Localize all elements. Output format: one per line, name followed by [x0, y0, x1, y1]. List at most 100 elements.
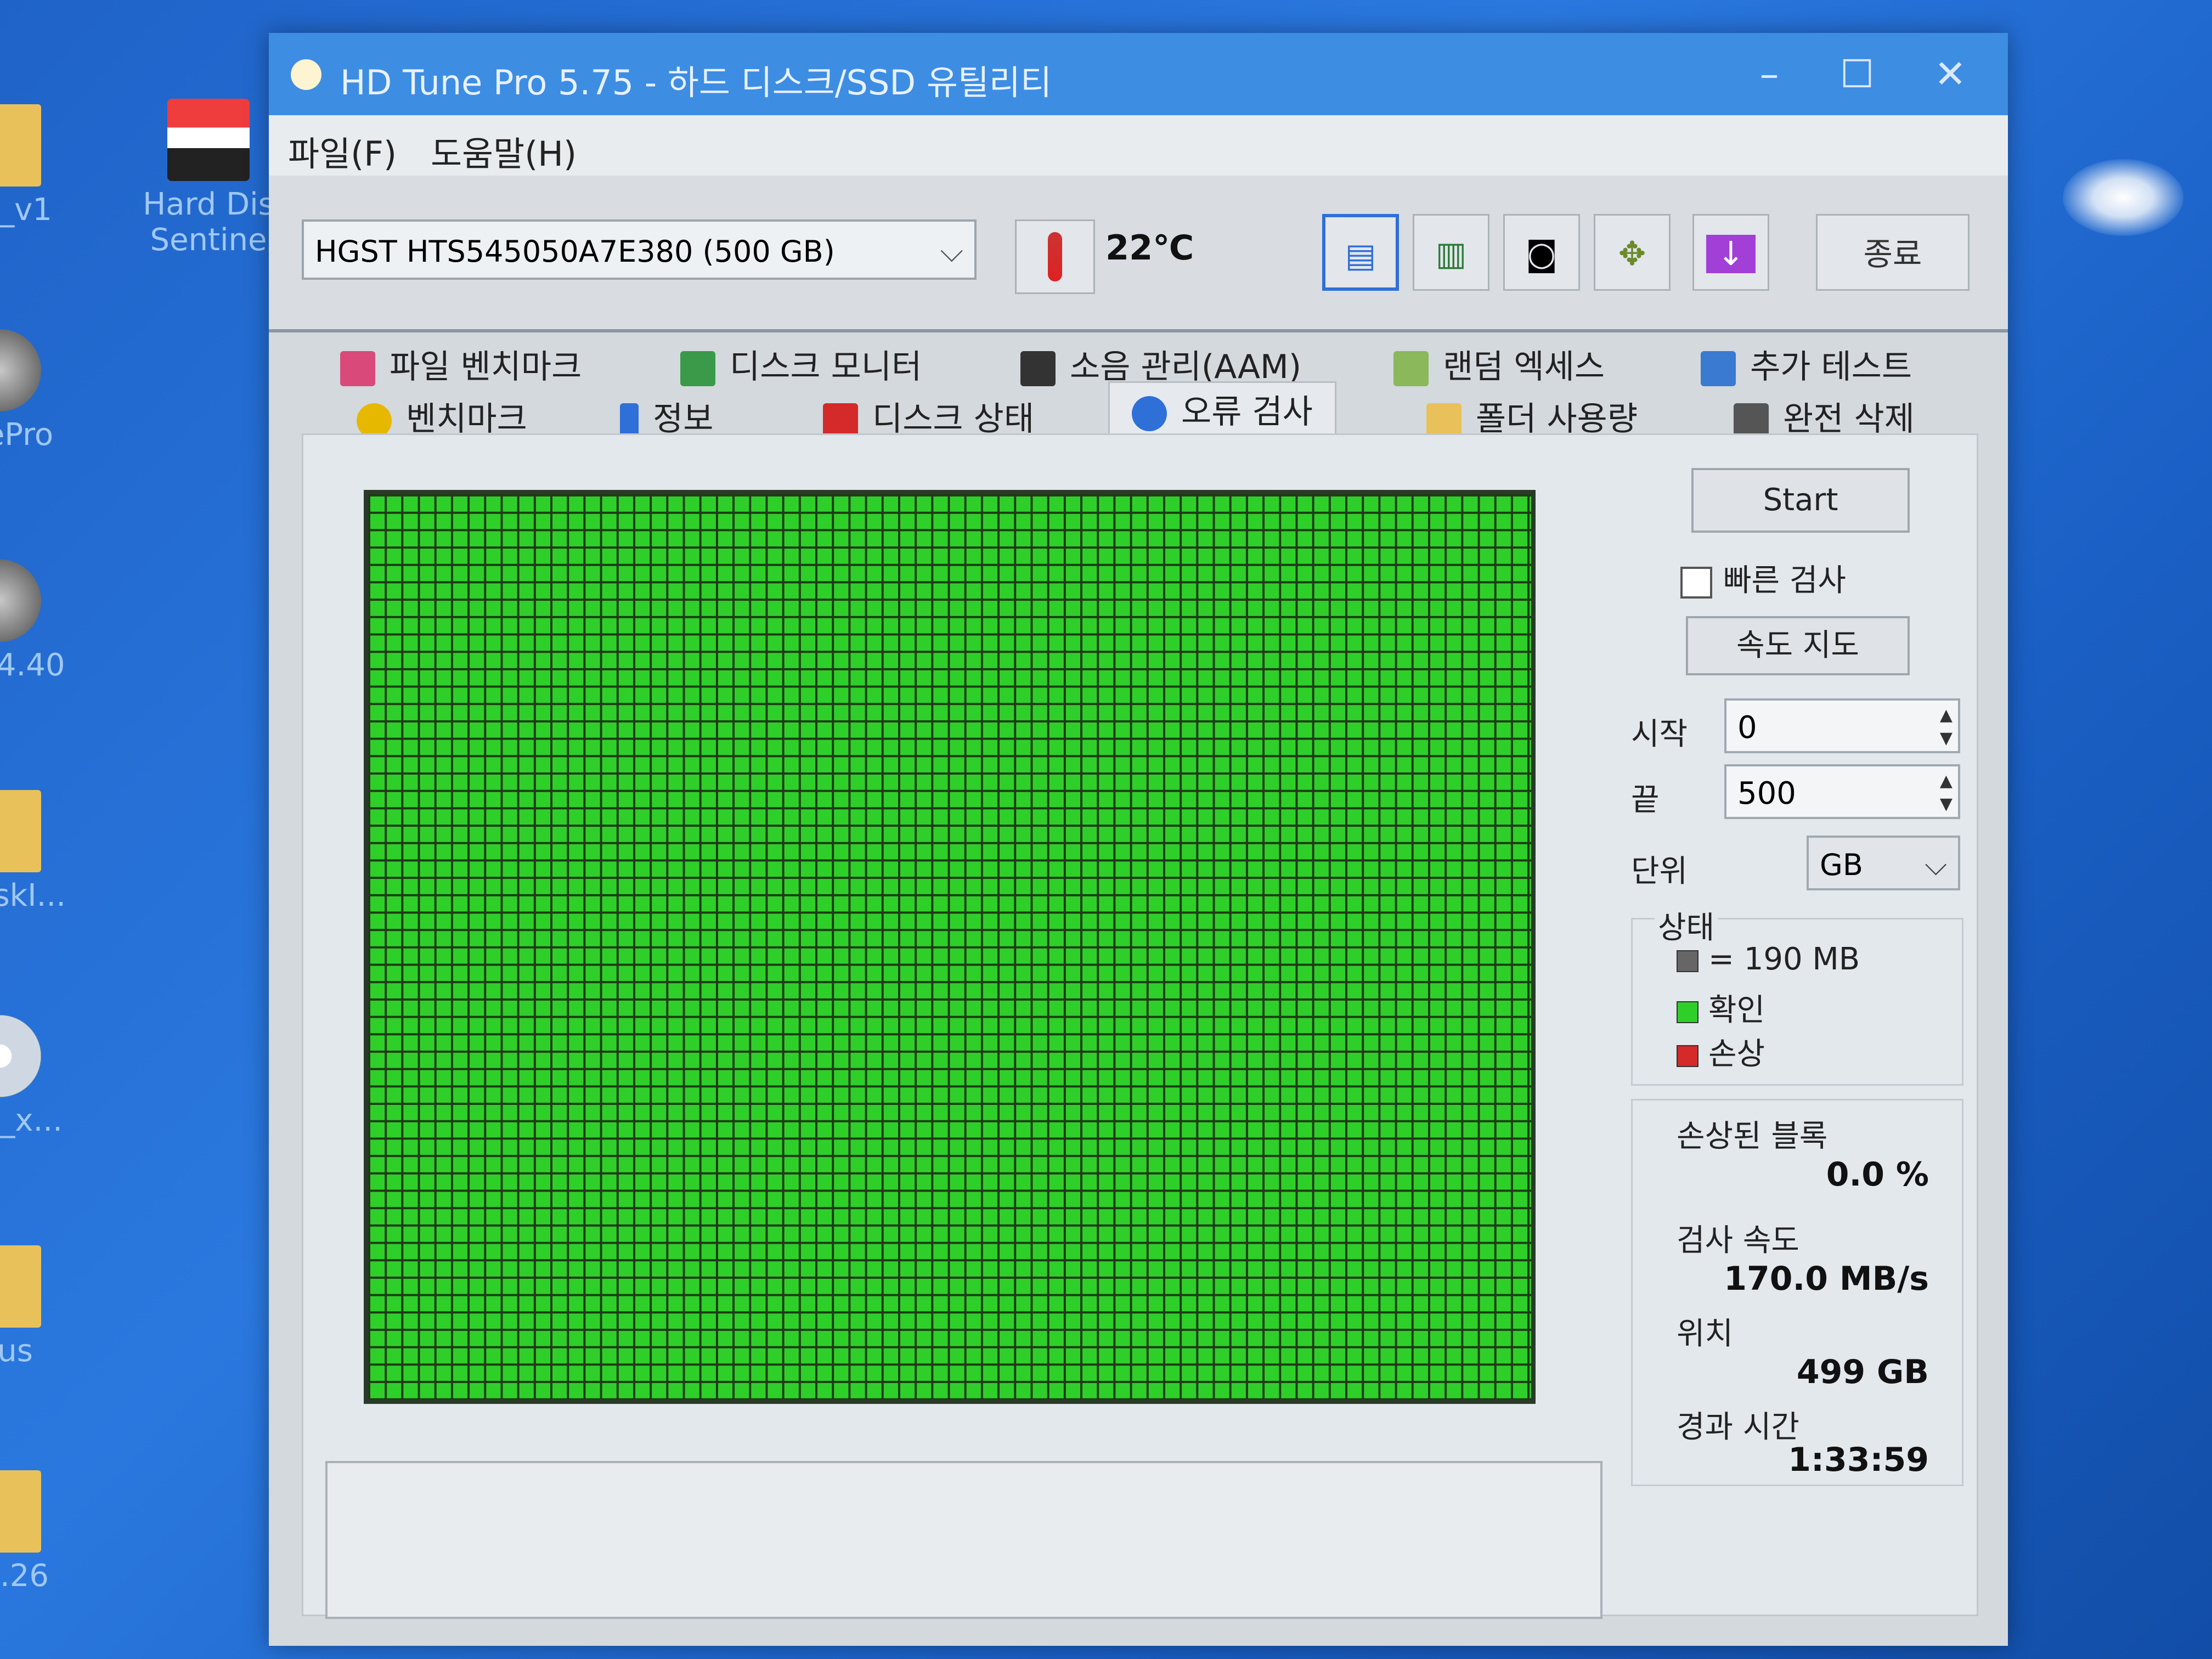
unit-select[interactable]: GB ⌵ — [1807, 836, 1960, 890]
chevron-down-icon: ⌵ — [940, 234, 963, 269]
legend-block-size: = 190 MB — [1677, 941, 1860, 977]
minimize-button[interactable]: – — [1728, 47, 1810, 101]
save-button[interactable]: ↓ — [1692, 214, 1769, 291]
toolbar: HGST HTS545050A7E380 (500 GB) ⌵ 22℃ ▤ ▥ … — [269, 176, 2008, 332]
drive-select-value: HGST HTS545050A7E380 (500 GB) — [315, 234, 835, 269]
tab-health[interactable]: 디스크 상태 — [823, 392, 1034, 440]
desktop-icon[interactable]: ner_v1 — [0, 104, 82, 228]
spinner-arrows-icon[interactable]: ▲ ▼ — [1940, 770, 1953, 816]
quick-scan-checkbox[interactable]: 빠른 검사 — [1680, 556, 1846, 600]
screenshot-button[interactable]: ◙ — [1503, 214, 1580, 291]
tab-label: 디스크 모니터 — [730, 348, 922, 386]
position-label: 위치 — [1677, 1316, 1734, 1352]
legend-title: 상태 — [1655, 903, 1718, 947]
desktop-icon[interactable]: unePro — [0, 329, 82, 453]
drive-select[interactable]: HGST HTS545050A7E380 (500 GB) ⌵ — [302, 219, 977, 280]
extra-tests-icon — [1701, 351, 1736, 387]
copy-text-button[interactable]: ▤ — [1322, 214, 1399, 291]
desktop-icon[interactable]: alDiskI... — [0, 790, 82, 913]
legend-ok: 확인 — [1677, 985, 1765, 1030]
red-square-icon — [1677, 1045, 1699, 1067]
file-benchmark-icon — [340, 351, 375, 387]
tab-label: 소음 관리(AAM) — [1070, 348, 1302, 386]
desktop-icon-label: LLF 4.40 — [0, 647, 65, 683]
disc-image-icon — [0, 1015, 41, 1097]
green-square-icon — [1677, 1001, 1699, 1023]
start-button[interactable]: Start — [1691, 468, 1910, 533]
tab-random-access[interactable]: 랜덤 엑세스 — [1393, 340, 1605, 388]
magnifier-icon — [1132, 396, 1167, 432]
camera-icon: ◙ — [1525, 235, 1558, 273]
llf-icon — [0, 560, 41, 642]
close-button[interactable]: ✕ — [1909, 47, 1991, 101]
checkbox-box[interactable] — [1680, 566, 1712, 599]
tab-disk-monitor[interactable]: 디스크 모니터 — [680, 340, 922, 388]
tab-file-benchmark[interactable]: 파일 벤치마크 — [340, 340, 582, 388]
disk-monitor-icon — [680, 351, 715, 387]
tab-label: 완전 삭제 — [1783, 400, 1915, 438]
tab-erase[interactable]: 완전 삭제 — [1734, 392, 1915, 440]
gray-square-icon — [1677, 950, 1699, 972]
start-field-label: 시작 — [1631, 716, 1688, 752]
end-input-value: 500 — [1737, 776, 1796, 811]
desktop-icon-label: Hard Dis Sentine — [143, 187, 274, 258]
title-bar[interactable]: HD Tune Pro 5.75 - 하드 디스크/SSD 유틸리티 – ☐ ✕ — [269, 33, 2008, 115]
scan-speed-value: 170.0 MB/s — [1724, 1260, 1929, 1298]
window-title: HD Tune Pro 5.75 - 하드 디스크/SSD 유틸리티 — [340, 63, 1052, 103]
desktop-icon-label: OPE_x... — [0, 1103, 63, 1138]
tab-extra-tests[interactable]: 추가 테스트 — [1701, 340, 1912, 388]
speaker-icon — [1020, 351, 1056, 387]
folder-icon — [0, 790, 41, 872]
random-access-icon — [1393, 351, 1429, 387]
end-field-label: 끝 — [1631, 782, 1660, 818]
desktop-icon-label: alDiskI... — [0, 878, 66, 913]
desktop-icon[interactable]: LLF 4.40 — [0, 560, 82, 683]
tab-error-scan[interactable]: 오류 검사 — [1108, 381, 1336, 435]
copy-all-button[interactable]: ▥ — [1413, 214, 1489, 291]
legend-group: 상태 = 190 MB 확인 손상 — [1631, 903, 1963, 1086]
start-input[interactable]: 0 ▲ ▼ — [1724, 698, 1960, 753]
menu-file[interactable]: 파일(F) — [288, 126, 397, 176]
chevron-down-icon: ⌵ — [1925, 848, 1947, 882]
speed-map-button[interactable]: 속도 지도 — [1686, 616, 1910, 675]
hdtune-icon — [0, 329, 41, 411]
temperature-value: 22℃ — [1105, 228, 1194, 268]
tab-info[interactable]: 정보 — [620, 392, 713, 440]
copy-text-icon: ▤ — [1345, 236, 1376, 275]
options-button[interactable]: ✥ — [1594, 214, 1671, 291]
maximize-button[interactable]: ☐ — [1816, 47, 1898, 101]
menu-help[interactable]: 도움말(H) — [431, 126, 577, 176]
desktop-icon[interactable]: x-0.26 — [0, 1470, 82, 1594]
folder-icon — [0, 1470, 41, 1553]
tab-label: 디스크 상태 — [872, 400, 1035, 438]
tab-label: 랜덤 엑세스 — [1443, 348, 1605, 386]
app-icon — [291, 59, 321, 90]
tab-label: 파일 벤치마크 — [390, 348, 582, 386]
elapsed-label: 경과 시간 — [1677, 1409, 1799, 1445]
quick-scan-label: 빠른 검사 — [1723, 563, 1846, 599]
tab-aam[interactable]: 소음 관리(AAM) — [1020, 340, 1301, 388]
desktop-icon[interactable]: Hard Dis Sentine — [126, 99, 291, 258]
desktop-icon-label: unePro — [0, 417, 54, 453]
damaged-blocks-label: 손상된 블록 — [1677, 1119, 1828, 1154]
end-input[interactable]: 500 ▲ ▼ — [1724, 764, 1960, 819]
tab-benchmark[interactable]: 벤치마크 — [357, 392, 527, 440]
menu-bar: 파일(F) 도움말(H) — [269, 115, 2008, 176]
stats-group: 손상된 블록 0.0 % 검사 속도 170.0 MB/s 위치 499 GB … — [1631, 1099, 1963, 1486]
log-box — [325, 1461, 1602, 1619]
hdtune-window: HD Tune Pro 5.75 - 하드 디스크/SSD 유틸리티 – ☐ ✕… — [269, 33, 2008, 1646]
tab-folder-usage[interactable]: 폴더 사용량 — [1426, 392, 1638, 440]
spinner-arrows-icon[interactable]: ▲ ▼ — [1940, 704, 1953, 750]
unit-select-value: GB — [1820, 848, 1863, 882]
tab-label: 정보 — [653, 400, 714, 438]
position-value: 499 GB — [1796, 1353, 1929, 1391]
desktop-icon[interactable]: ufus — [0, 1245, 82, 1369]
tab-label: 추가 테스트 — [1750, 348, 1912, 386]
hard-disk-sentinel-icon — [167, 99, 250, 181]
copy-all-icon: ▥ — [1435, 235, 1467, 273]
block-map — [364, 490, 1536, 1404]
scan-speed-label: 검사 속도 — [1677, 1223, 1799, 1259]
desktop-icon[interactable]: OPE_x... — [0, 1015, 82, 1138]
legend-damaged: 손상 — [1677, 1029, 1765, 1074]
exit-button[interactable]: 종료 — [1816, 214, 1970, 291]
